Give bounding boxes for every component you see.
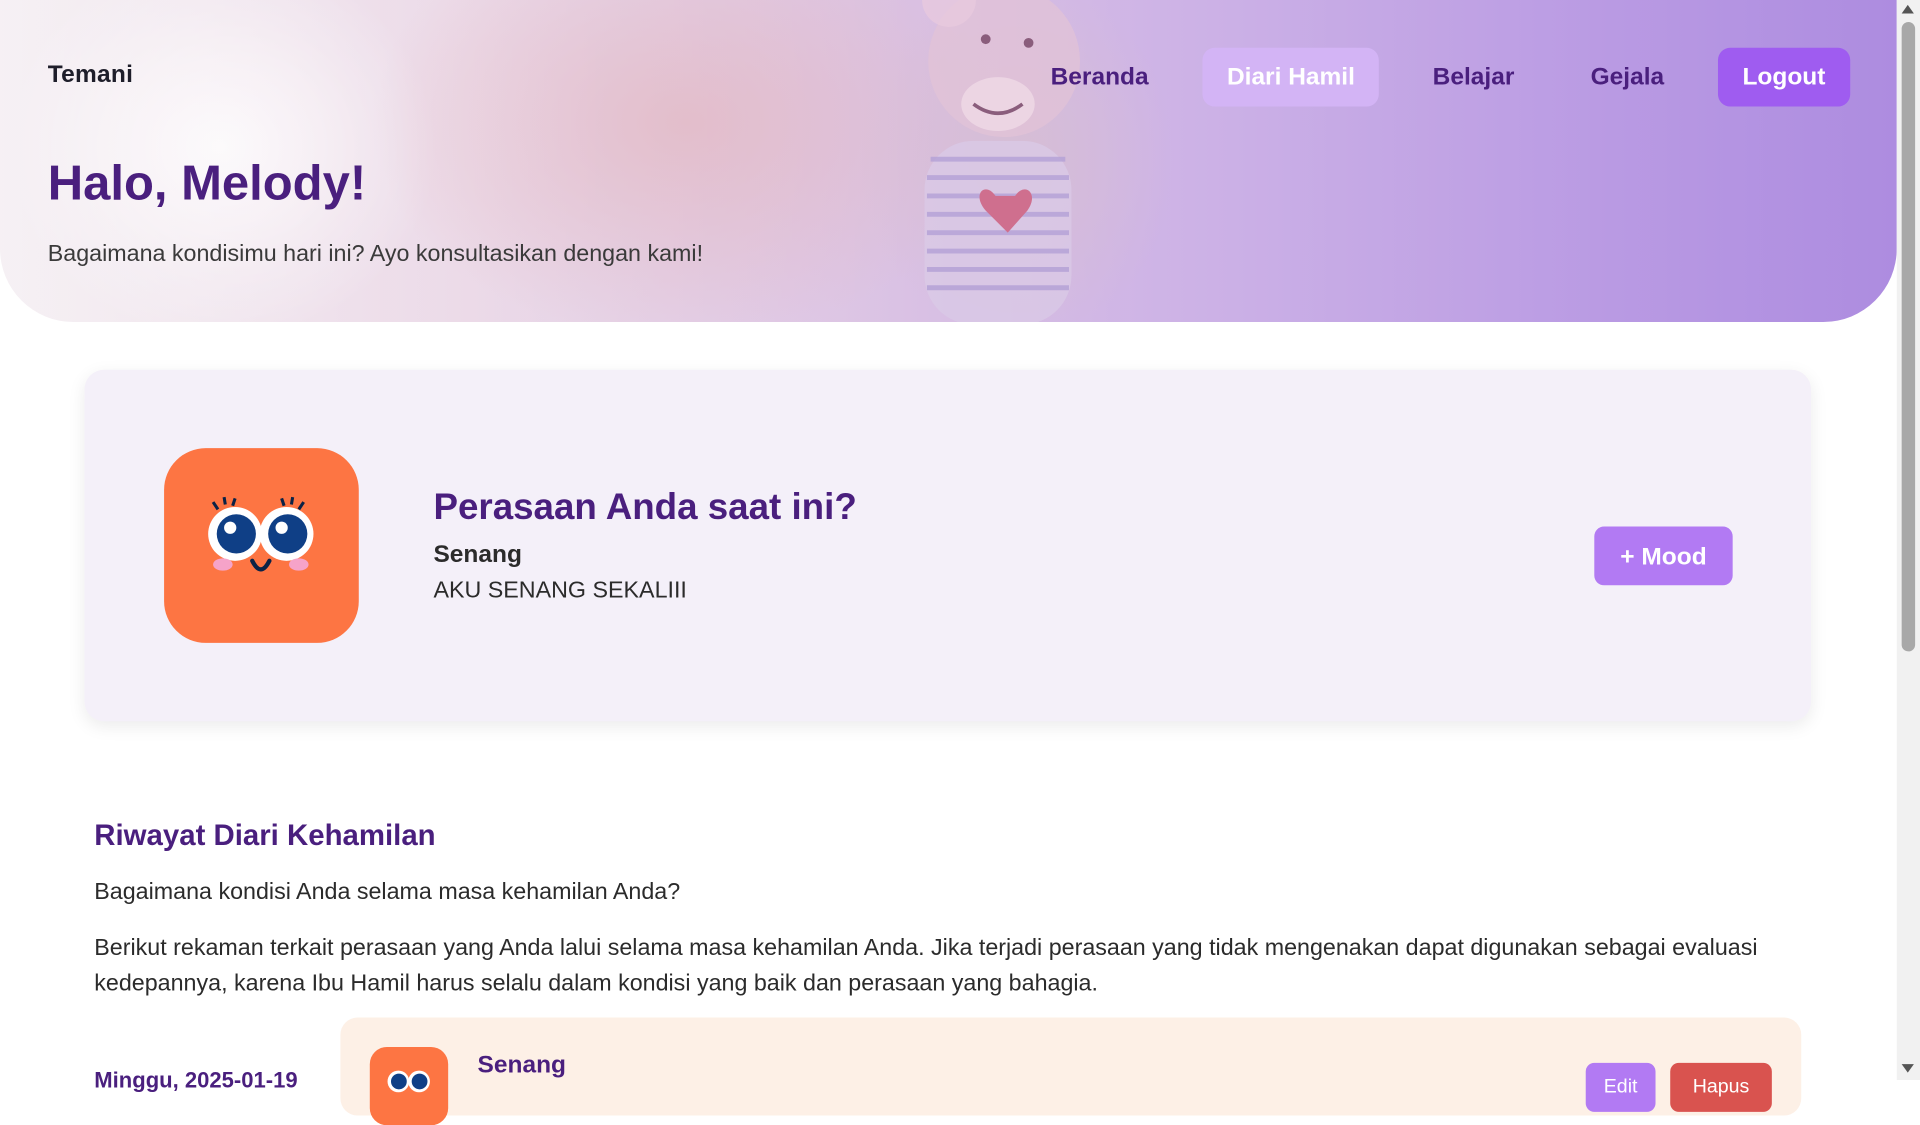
scroll-down-arrow-icon[interactable] [1901,1064,1914,1073]
page-subtitle: Bagaimana kondisimu hari ini? Ayo konsul… [47,241,704,267]
current-mood-note: AKU SENANG SEKALIII [433,577,687,604]
add-mood-button[interactable]: + Mood [1594,526,1733,586]
brand-logo[interactable]: Temani [48,61,133,89]
logout-button[interactable]: Logout [1717,47,1850,107]
current-mood-card: Perasaan Anda saat ini? Senang AKU SENAN… [84,369,1812,722]
hero-banner: Temani Beranda Diari Hamil Belajar Gejal… [0,0,1897,323]
history-title: Riwayat Diari Kehamilan [94,819,436,853]
page-title: Halo, Melody! [47,156,367,211]
history-question: Bagaimana kondisi Anda selama masa keham… [94,879,681,905]
diary-entry-card: Senang Edit Hapus [340,1017,1802,1125]
entry-mood-label: Senang [477,1051,567,1079]
current-mood-label: Senang [433,541,522,569]
nav-belajar[interactable]: Belajar [1408,48,1539,107]
nav-diari-hamil[interactable]: Diari Hamil [1202,47,1380,107]
mood-question: Perasaan Anda saat ini? [433,487,857,528]
delete-entry-button[interactable]: Hapus [1670,1062,1772,1112]
page-scrollbar[interactable] [1896,0,1920,1081]
happy-face-icon [164,448,359,643]
edit-entry-button[interactable]: Edit [1585,1062,1656,1112]
entry-date: Minggu, 2025-01-19 [94,1067,298,1093]
history-description: Berikut rekaman terkait perasaan yang An… [94,935,1758,997]
scroll-up-arrow-icon[interactable] [1901,4,1914,14]
scrollbar-thumb[interactable] [1901,22,1916,652]
nav-beranda[interactable]: Beranda [1026,48,1173,107]
nav-gejala[interactable]: Gejala [1566,48,1689,107]
happy-face-icon [369,1046,449,1125]
page: Temani Beranda Diari Hamil Belajar Gejal… [0,0,1920,1125]
